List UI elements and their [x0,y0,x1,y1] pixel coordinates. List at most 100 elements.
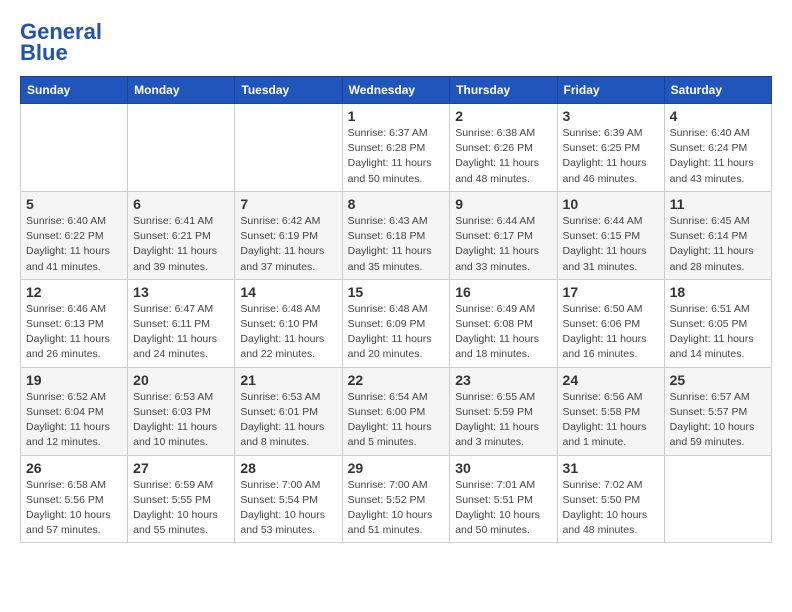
week-row-1: 1 Sunrise: 6:37 AM Sunset: 6:28 PM Daylig… [21,104,772,192]
day-cell: 8Sunrise: 6:43 AM Sunset: 6:18 PM Daylig… [342,191,450,279]
day-number: 9 [455,196,551,212]
day-number: 17 [563,284,659,300]
day-cell: 13 Sunrise: 6:47 AM Sunset: 6:11 PM Dayli… [128,279,235,367]
day-number: 25 [670,372,766,388]
day-cell: 14 Sunrise: 6:48 AM Sunset: 6:10 PM Dayli… [235,279,342,367]
day-info: Sunrise: 6:44 AM Sunset: 6:15 PM Dayligh… [563,214,659,275]
day-number: 11 [670,196,766,212]
day-cell: 20Sunrise: 6:53 AM Sunset: 6:03 PM Dayli… [128,367,235,455]
day-info: Sunrise: 6:38 AM Sunset: 6:26 PM Dayligh… [455,126,551,187]
day-info: Sunrise: 7:02 AM Sunset: 5:50 PM Dayligh… [563,478,659,539]
col-header-friday: Friday [557,77,664,104]
day-info: Sunrise: 6:53 AM Sunset: 6:03 PM Dayligh… [133,390,229,451]
logo: General Blue [20,20,100,60]
day-number: 6 [133,196,229,212]
header-row: SundayMondayTuesdayWednesdayThursdayFrid… [21,77,772,104]
day-number: 24 [563,372,659,388]
calendar-table: SundayMondayTuesdayWednesdayThursdayFrid… [20,76,772,543]
day-info: Sunrise: 6:52 AM Sunset: 6:04 PM Dayligh… [26,390,122,451]
week-row-3: 12 Sunrise: 6:46 AM Sunset: 6:13 PM Dayli… [21,279,772,367]
day-number: 10 [563,196,659,212]
day-cell: 27Sunrise: 6:59 AM Sunset: 5:55 PM Dayli… [128,455,235,543]
day-cell: 15 Sunrise: 6:48 AM Sunset: 6:09 PM Dayli… [342,279,450,367]
day-cell: 1 Sunrise: 6:37 AM Sunset: 6:28 PM Daylig… [342,104,450,192]
day-cell: 16Sunrise: 6:49 AM Sunset: 6:08 PM Dayli… [450,279,557,367]
day-info: Sunrise: 6:53 AM Sunset: 6:01 PM Dayligh… [240,390,336,451]
day-number: 12 [26,284,122,300]
week-row-4: 19 Sunrise: 6:52 AM Sunset: 6:04 PM Dayli… [21,367,772,455]
day-number: 21 [240,372,336,388]
col-header-wednesday: Wednesday [342,77,450,104]
day-info: Sunrise: 6:57 AM Sunset: 5:57 PM Dayligh… [670,390,766,451]
day-info: Sunrise: 6:37 AM Sunset: 6:28 PM Dayligh… [348,126,445,187]
day-info: Sunrise: 6:40 AM Sunset: 6:24 PM Dayligh… [670,126,766,187]
day-number: 19 [26,372,122,388]
col-header-sunday: Sunday [21,77,128,104]
day-cell: 10 Sunrise: 6:44 AM Sunset: 6:15 PM Dayli… [557,191,664,279]
day-info: Sunrise: 6:40 AM Sunset: 6:22 PM Dayligh… [26,214,122,275]
day-info: Sunrise: 6:39 AM Sunset: 6:25 PM Dayligh… [563,126,659,187]
day-cell: 19 Sunrise: 6:52 AM Sunset: 6:04 PM Dayli… [21,367,128,455]
day-info: Sunrise: 6:56 AM Sunset: 5:58 PM Dayligh… [563,390,659,451]
col-header-monday: Monday [128,77,235,104]
day-cell: 18Sunrise: 6:51 AM Sunset: 6:05 PM Dayli… [664,279,771,367]
day-info: Sunrise: 7:00 AM Sunset: 5:52 PM Dayligh… [348,478,445,539]
day-number: 22 [348,372,445,388]
day-cell: 29 Sunrise: 7:00 AM Sunset: 5:52 PM Dayli… [342,455,450,543]
day-cell: 28 Sunrise: 7:00 AM Sunset: 5:54 PM Dayli… [235,455,342,543]
day-number: 5 [26,196,122,212]
day-cell: 23 Sunrise: 6:55 AM Sunset: 5:59 PM Dayli… [450,367,557,455]
day-cell: 12 Sunrise: 6:46 AM Sunset: 6:13 PM Dayli… [21,279,128,367]
day-info: Sunrise: 6:47 AM Sunset: 6:11 PM Dayligh… [133,302,229,363]
day-cell [664,455,771,543]
day-number: 2 [455,108,551,124]
week-row-2: 5 Sunrise: 6:40 AM Sunset: 6:22 PM Daylig… [21,191,772,279]
day-cell: 9 Sunrise: 6:44 AM Sunset: 6:17 PM Daylig… [450,191,557,279]
day-info: Sunrise: 6:48 AM Sunset: 6:10 PM Dayligh… [240,302,336,363]
day-info: Sunrise: 6:44 AM Sunset: 6:17 PM Dayligh… [455,214,551,275]
col-header-saturday: Saturday [664,77,771,104]
day-info: Sunrise: 6:58 AM Sunset: 5:56 PM Dayligh… [26,478,122,539]
day-cell: 26 Sunrise: 6:58 AM Sunset: 5:56 PM Dayli… [21,455,128,543]
day-number: 30 [455,460,551,476]
day-info: Sunrise: 6:55 AM Sunset: 5:59 PM Dayligh… [455,390,551,451]
day-info: Sunrise: 6:49 AM Sunset: 6:08 PM Dayligh… [455,302,551,363]
day-number: 15 [348,284,445,300]
col-header-tuesday: Tuesday [235,77,342,104]
col-header-thursday: Thursday [450,77,557,104]
day-cell [235,104,342,192]
day-number: 1 [348,108,445,124]
day-cell: 25 Sunrise: 6:57 AM Sunset: 5:57 PM Dayli… [664,367,771,455]
day-info: Sunrise: 6:45 AM Sunset: 6:14 PM Dayligh… [670,214,766,275]
day-cell: 5 Sunrise: 6:40 AM Sunset: 6:22 PM Daylig… [21,191,128,279]
day-cell: 11 Sunrise: 6:45 AM Sunset: 6:14 PM Dayli… [664,191,771,279]
day-number: 26 [26,460,122,476]
day-cell: 24 Sunrise: 6:56 AM Sunset: 5:58 PM Dayli… [557,367,664,455]
day-number: 31 [563,460,659,476]
day-info: Sunrise: 6:48 AM Sunset: 6:09 PM Dayligh… [348,302,445,363]
day-number: 27 [133,460,229,476]
day-cell: 7Sunrise: 6:42 AM Sunset: 6:19 PM Daylig… [235,191,342,279]
day-cell: 22Sunrise: 6:54 AM Sunset: 6:00 PM Dayli… [342,367,450,455]
day-info: Sunrise: 7:00 AM Sunset: 5:54 PM Dayligh… [240,478,336,539]
day-number: 29 [348,460,445,476]
day-cell: 31 Sunrise: 7:02 AM Sunset: 5:50 PM Dayli… [557,455,664,543]
day-cell: 21 Sunrise: 6:53 AM Sunset: 6:01 PM Dayli… [235,367,342,455]
day-cell: 4Sunrise: 6:40 AM Sunset: 6:24 PM Daylig… [664,104,771,192]
week-row-5: 26 Sunrise: 6:58 AM Sunset: 5:56 PM Dayli… [21,455,772,543]
day-cell: 3Sunrise: 6:39 AM Sunset: 6:25 PM Daylig… [557,104,664,192]
day-cell: 30 Sunrise: 7:01 AM Sunset: 5:51 PM Dayli… [450,455,557,543]
day-cell [21,104,128,192]
day-cell: 2 Sunrise: 6:38 AM Sunset: 6:26 PM Daylig… [450,104,557,192]
page-header: General Blue [20,20,772,60]
day-number: 14 [240,284,336,300]
day-info: Sunrise: 7:01 AM Sunset: 5:51 PM Dayligh… [455,478,551,539]
day-info: Sunrise: 6:46 AM Sunset: 6:13 PM Dayligh… [26,302,122,363]
day-cell: 17Sunrise: 6:50 AM Sunset: 6:06 PM Dayli… [557,279,664,367]
day-info: Sunrise: 6:51 AM Sunset: 6:05 PM Dayligh… [670,302,766,363]
day-number: 13 [133,284,229,300]
day-info: Sunrise: 6:41 AM Sunset: 6:21 PM Dayligh… [133,214,229,275]
day-number: 28 [240,460,336,476]
day-number: 23 [455,372,551,388]
day-cell [128,104,235,192]
